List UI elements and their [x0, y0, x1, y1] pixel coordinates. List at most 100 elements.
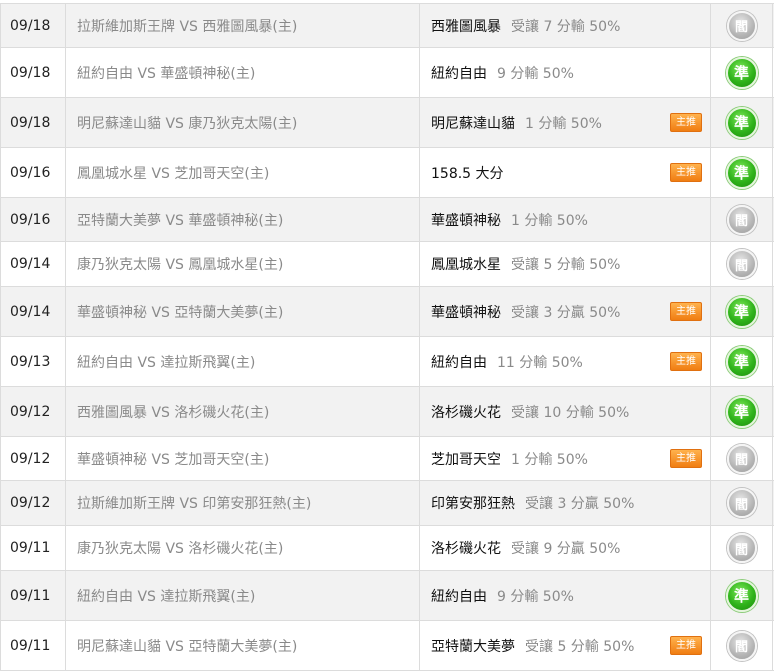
table-row: 09/12 華盛頓神秘 VS 芝加哥天空(主) 芝加哥天空 1 分輸 50% 主推 閻	[0, 437, 774, 481]
match-title: 紐約自由 VS 達拉斯飛翼(主)	[77, 354, 256, 371]
result-cell: 準	[711, 48, 773, 97]
date-cell: 09/14	[0, 242, 66, 286]
pick-team: 紐約自由	[431, 65, 487, 82]
date-cell: 09/11	[0, 526, 66, 570]
table-row: 09/18 紐約自由 VS 華盛頓神秘(主) 紐約自由 9 分輸 50% 準	[0, 48, 774, 98]
pick-team: 明尼蘇達山貓	[431, 115, 515, 132]
match-cell: 明尼蘇達山貓 VS 康乃狄克太陽(主)	[66, 98, 420, 147]
pick-line: 11 分輸 50%	[497, 354, 583, 371]
pick-team: 西雅圖風暴	[431, 18, 501, 35]
match-title: 鳳凰城水星 VS 芝加哥天空(主)	[77, 165, 270, 182]
pick-line: 9 分輸 50%	[497, 588, 574, 605]
pick-line: 受讓 5 分輸 50%	[511, 257, 621, 273]
date-cell: 09/16	[0, 198, 66, 241]
date-cell: 09/12	[0, 387, 66, 436]
result-hit-icon: 準	[725, 345, 758, 378]
match-date: 09/16	[10, 211, 51, 228]
pick-cell: 洛杉磯火花 受讓 9 分贏 50%	[420, 526, 711, 570]
predictions-table: 09/18 拉斯維加斯王牌 VS 西雅圖風暴(主) 西雅圖風暴 受讓 7 分輸 50%…	[0, 0, 774, 672]
match-title: 拉斯維加斯王牌 VS 西雅圖風暴(主)	[77, 18, 298, 35]
featured-badge: 主推	[670, 449, 702, 468]
result-hit-icon: 準	[725, 579, 758, 612]
table-row: 09/14 康乃狄克太陽 VS 鳳凰城水星(主) 鳳凰城水星 受讓 5 分輸 50% 閻	[0, 242, 774, 287]
table-row: 09/18 拉斯維加斯王牌 VS 西雅圖風暴(主) 西雅圖風暴 受讓 7 分輸 50%…	[0, 4, 774, 48]
pick-team: 鳳凰城水星	[431, 257, 501, 273]
pick-cell: 洛杉磯火花 受讓 10 分輸 50%	[420, 387, 711, 436]
match-title: 明尼蘇達山貓 VS 康乃狄克太陽(主)	[77, 115, 298, 132]
match-cell: 華盛頓神秘 VS 亞特蘭大美夢(主)	[66, 287, 420, 336]
match-cell: 明尼蘇達山貓 VS 亞特蘭大美夢(主)	[66, 621, 420, 670]
date-cell: 09/12	[0, 437, 66, 480]
featured-badge: 主推	[670, 113, 702, 132]
match-title: 西雅圖風暴 VS 洛杉磯火花(主)	[77, 404, 270, 421]
result-cell: 閻	[711, 621, 773, 670]
pick-cell: 鳳凰城水星 受讓 5 分輸 50%	[420, 242, 711, 286]
pick-line: 受讓 10 分輸 50%	[511, 404, 630, 421]
result-cell: 閻	[711, 198, 773, 241]
match-title: 康乃狄克太陽 VS 鳳凰城水星(主)	[77, 257, 284, 273]
date-cell: 09/13	[0, 337, 66, 386]
table-body: 09/18 拉斯維加斯王牌 VS 西雅圖風暴(主) 西雅圖風暴 受讓 7 分輸 50%…	[0, 4, 774, 671]
pick-cell: 芝加哥天空 1 分輸 50% 主推	[420, 437, 711, 480]
result-miss-icon: 閻	[726, 249, 757, 279]
match-date: 09/11	[10, 637, 51, 654]
match-date: 09/13	[10, 353, 51, 370]
result-cell: 閻	[711, 242, 773, 286]
match-date: 09/12	[10, 450, 51, 467]
table-row: 09/11 紐約自由 VS 達拉斯飛翼(主) 紐約自由 9 分輸 50% 準	[0, 571, 774, 621]
result-cell: 閻	[711, 437, 773, 480]
match-date: 09/14	[10, 256, 51, 272]
pick-cell: 亞特蘭大美夢 受讓 5 分輸 50% 主推	[420, 621, 711, 670]
result-hit-icon: 準	[725, 56, 758, 89]
pick-team: 印第安那狂熱	[431, 496, 515, 512]
pick-cell: 印第安那狂熱 受讓 3 分贏 50%	[420, 481, 711, 525]
match-date: 09/14	[10, 303, 51, 320]
pick-team: 華盛頓神秘	[431, 212, 501, 229]
match-date: 09/16	[10, 164, 51, 181]
pick-line: 1 分輸 50%	[511, 212, 588, 229]
date-cell: 09/18	[0, 48, 66, 97]
date-cell: 09/11	[0, 571, 66, 620]
result-hit-icon: 準	[725, 395, 758, 428]
match-title: 亞特蘭大美夢 VS 華盛頓神秘(主)	[77, 212, 284, 229]
result-hit-icon: 準	[725, 106, 758, 139]
result-cell: 準	[711, 571, 773, 620]
result-miss-icon: 閻	[726, 204, 757, 235]
pick-team: 158.5 大分	[431, 165, 504, 182]
table-row: 09/16 鳳凰城水星 VS 芝加哥天空(主) 158.5 大分 主推 準	[0, 148, 774, 198]
table-row: 09/12 拉斯維加斯王牌 VS 印第安那狂熱(主) 印第安那狂熱 受讓 3 分贏 5…	[0, 481, 774, 526]
result-cell: 閻	[711, 4, 773, 47]
pick-cell: 明尼蘇達山貓 1 分輸 50% 主推	[420, 98, 711, 147]
match-title: 紐約自由 VS 華盛頓神秘(主)	[77, 65, 256, 82]
date-cell: 09/14	[0, 287, 66, 336]
match-date: 09/18	[10, 17, 51, 34]
match-date: 09/18	[10, 64, 51, 81]
pick-team: 紐約自由	[431, 354, 487, 371]
pick-line: 受讓 7 分輸 50%	[511, 18, 621, 35]
match-title: 明尼蘇達山貓 VS 亞特蘭大美夢(主)	[77, 638, 298, 655]
table-row: 09/13 紐約自由 VS 達拉斯飛翼(主) 紐約自由 11 分輸 50% 主推 準	[0, 337, 774, 387]
table-row: 09/12 西雅圖風暴 VS 洛杉磯火花(主) 洛杉磯火花 受讓 10 分輸 50% 準	[0, 387, 774, 437]
table-row: 09/11 康乃狄克太陽 VS 洛杉磯火花(主) 洛杉磯火花 受讓 9 分贏 50% 閻	[0, 526, 774, 571]
pick-cell: 華盛頓神秘 受讓 3 分贏 50% 主推	[420, 287, 711, 336]
result-miss-icon: 閻	[726, 630, 757, 661]
result-cell: 準	[711, 337, 773, 386]
result-miss-icon: 閻	[726, 443, 757, 474]
result-cell: 閻	[711, 481, 773, 525]
match-title: 拉斯維加斯王牌 VS 印第安那狂熱(主)	[77, 496, 312, 512]
match-title: 華盛頓神秘 VS 芝加哥天空(主)	[77, 451, 270, 468]
result-cell: 準	[711, 98, 773, 147]
match-title: 紐約自由 VS 達拉斯飛翼(主)	[77, 588, 256, 605]
result-miss-icon: 閻	[726, 488, 757, 518]
result-miss-icon: 閻	[726, 10, 757, 41]
date-cell: 09/11	[0, 621, 66, 670]
match-cell: 紐約自由 VS 華盛頓神秘(主)	[66, 48, 420, 97]
match-cell: 拉斯維加斯王牌 VS 印第安那狂熱(主)	[66, 481, 420, 525]
pick-cell: 紐約自由 9 分輸 50%	[420, 571, 711, 620]
table-row: 09/11 明尼蘇達山貓 VS 亞特蘭大美夢(主) 亞特蘭大美夢 受讓 5 分輸 50…	[0, 621, 774, 671]
match-date: 09/18	[10, 114, 51, 131]
featured-badge: 主推	[670, 163, 702, 182]
pick-cell: 紐約自由 11 分輸 50% 主推	[420, 337, 711, 386]
featured-badge: 主推	[670, 636, 702, 655]
pick-team: 洛杉磯火花	[431, 404, 501, 421]
